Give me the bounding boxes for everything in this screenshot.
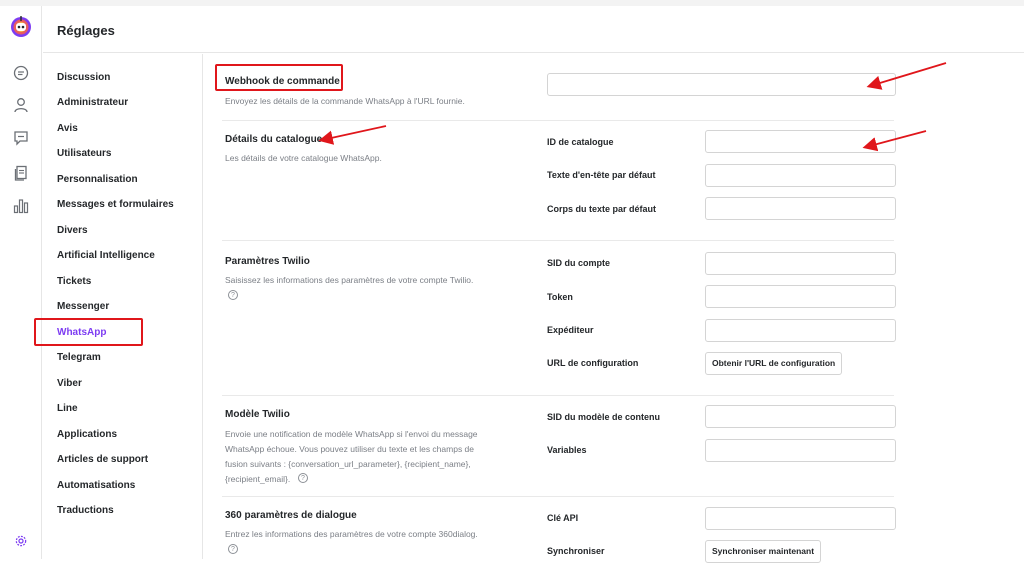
sidebar-item-messenger[interactable]: Messenger <box>57 301 109 313</box>
body-text-input[interactable] <box>705 197 896 220</box>
divider <box>222 240 894 241</box>
settings-sidebar: Discussion Administrateur Avis Utilisate… <box>43 54 203 559</box>
sidebar-item-line[interactable]: Line <box>57 403 78 415</box>
divider <box>222 496 894 497</box>
help-icon[interactable]: ? <box>298 473 308 483</box>
chat-icon[interactable] <box>12 64 30 82</box>
content-sid-input[interactable] <box>705 405 896 428</box>
docs-icon[interactable] <box>12 164 30 182</box>
sidebar-item-utilisateurs[interactable]: Utilisateurs <box>57 148 111 160</box>
sidebar-item-viber[interactable]: Viber <box>57 378 82 390</box>
twilio-template-desc-line: fusion suivants : {conversation_url_para… <box>225 459 471 469</box>
highlight-box <box>215 64 343 91</box>
account-sid-input[interactable] <box>705 252 896 275</box>
twilio-section-desc: Saisissez les informations des paramètre… <box>225 275 474 285</box>
catalogue-id-label: ID de catalogue <box>547 137 614 147</box>
user-icon[interactable] <box>12 96 30 114</box>
twilio-section-title: Paramètres Twilio <box>225 256 310 267</box>
twilio-template-desc-line: WhatsApp échoue. Vous pouvez utiliser du… <box>225 444 475 454</box>
catalogue-section-desc: Les détails de votre catalogue WhatsApp. <box>225 153 382 163</box>
sidebar-item-messages-formulaires[interactable]: Messages et formulaires <box>57 199 174 211</box>
sidebar-item-divers[interactable]: Divers <box>57 225 88 237</box>
account-sid-label: SID du compte <box>547 258 611 268</box>
webhook-url-input[interactable] <box>547 73 896 96</box>
settings-icon[interactable] <box>14 534 28 548</box>
header-text-input[interactable] <box>705 164 896 187</box>
token-label: Token <box>547 292 573 302</box>
sync-label: Synchroniser <box>547 546 605 556</box>
config-url-label: URL de configuration <box>547 358 639 368</box>
help-icon[interactable]: ? <box>228 290 238 300</box>
catalogue-id-input[interactable] <box>705 130 896 153</box>
sidebar-item-administrateur[interactable]: Administrateur <box>57 97 128 109</box>
sidebar-item-tickets[interactable]: Tickets <box>57 276 91 288</box>
variables-input[interactable] <box>705 439 896 462</box>
help-icon[interactable]: ? <box>228 544 238 554</box>
sidebar-item-avis[interactable]: Avis <box>57 123 78 135</box>
icon-rail <box>0 6 42 559</box>
webhook-section-desc: Envoyez les détails de la commande Whats… <box>225 96 465 106</box>
comment-icon[interactable] <box>12 129 30 147</box>
sidebar-item-telegram[interactable]: Telegram <box>57 352 101 364</box>
token-input[interactable] <box>705 285 896 308</box>
sidebar-item-artificial-intelligence[interactable]: Artificial Intelligence <box>57 250 155 262</box>
content-sid-label: SID du modèle de contenu <box>547 412 661 422</box>
sender-label: Expéditeur <box>547 325 594 335</box>
sidebar-item-personnalisation[interactable]: Personnalisation <box>57 174 138 186</box>
twilio-template-section-title: Modèle Twilio <box>225 409 290 420</box>
get-config-url-button[interactable]: Obtenir l'URL de configuration <box>705 352 843 375</box>
api-key-label: Clé API <box>547 513 579 523</box>
sidebar-item-articles-support[interactable]: Articles de support <box>57 454 148 466</box>
dialog360-section-title: 360 paramètres de dialogue <box>225 510 357 521</box>
sidebar-item-applications[interactable]: Applications <box>57 429 117 441</box>
sender-input[interactable] <box>705 319 896 342</box>
divider <box>222 120 894 121</box>
twilio-template-desc-line: Envoie une notification de modèle WhatsA… <box>225 429 478 439</box>
sidebar-item-traductions[interactable]: Traductions <box>57 505 114 517</box>
sidebar-item-discussion[interactable]: Discussion <box>57 72 110 84</box>
annotation-arrow <box>318 125 387 145</box>
sync-now-button[interactable]: Synchroniser maintenant <box>705 540 822 563</box>
divider <box>222 395 894 396</box>
twilio-template-desc-line: {recipient_email}. <box>225 474 291 484</box>
variables-label: Variables <box>547 445 587 455</box>
highlight-box <box>34 318 143 346</box>
page-header: Réglages <box>43 6 1024 53</box>
sidebar-item-automatisations[interactable]: Automatisations <box>57 480 135 492</box>
chart-icon[interactable] <box>12 197 30 215</box>
body-text-label: Corps du texte par défaut <box>547 204 657 214</box>
catalogue-section-title: Détails du catalogue <box>225 134 323 145</box>
dialog360-section-desc: Entrez les informations des paramètres d… <box>225 529 478 539</box>
page-title: Réglages <box>57 23 115 38</box>
logo-icon[interactable] <box>9 14 33 38</box>
api-key-input[interactable] <box>705 507 896 530</box>
header-text-label: Texte d'en-tête par défaut <box>547 170 656 180</box>
